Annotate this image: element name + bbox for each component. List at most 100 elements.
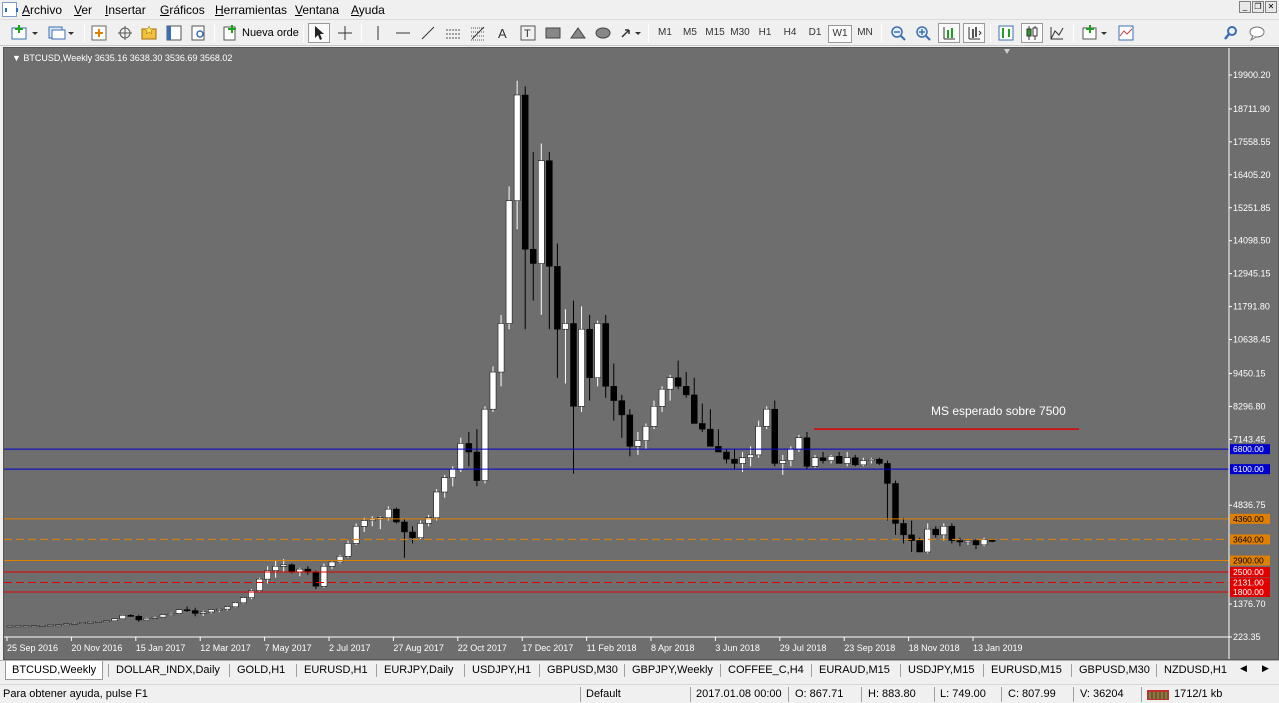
cursor-tool-button[interactable] [308, 23, 330, 43]
candle-body [232, 602, 239, 608]
tab-coffee-c-h4[interactable]: COFFEE_C,H4 [722, 661, 810, 680]
menu-ayuda[interactable]: Ayuda [351, 3, 385, 17]
chat-button[interactable] [1248, 23, 1270, 43]
timeframe-m30[interactable]: M30 [728, 25, 752, 43]
timeframe-w1[interactable]: W1 [828, 25, 852, 43]
menu-graficos[interactable]: Gráficos [160, 3, 205, 17]
tab-gbpusd-m30[interactable]: GBPUSD,M30 [1073, 661, 1156, 680]
market-watch-button[interactable] [90, 23, 108, 43]
ellipse-button[interactable] [594, 23, 612, 43]
timeframe-m1[interactable]: M1 [653, 25, 677, 43]
triangle-button[interactable] [569, 23, 587, 43]
candle-body [658, 388, 666, 407]
candle-body [55, 624, 62, 627]
tab-euraud-m15[interactable]: EURAUD,M15 [813, 661, 896, 680]
candle-body [731, 458, 738, 464]
candle-body [441, 477, 448, 493]
time-tick-label: 12 Mar 2017 [200, 643, 251, 653]
tab-dollar-indx-daily[interactable]: DOLLAR_INDX,Daily [110, 661, 226, 680]
menu-archivo[interactable]: Archivo [22, 3, 62, 17]
new-chart-button[interactable] [8, 23, 42, 43]
line-chart-button[interactable] [1047, 23, 1067, 43]
candle-body [892, 483, 899, 524]
strategy-tester-button[interactable] [190, 23, 208, 43]
vertical-line-icon [377, 26, 379, 40]
navigator-button[interactable] [140, 23, 158, 43]
menu-insertar[interactable]: Insertar [105, 3, 146, 17]
menu-ver[interactable]: Ver [74, 3, 92, 17]
minimize-button[interactable]: _ [1239, 1, 1251, 13]
candle-body [538, 160, 545, 264]
tab-eurusd-h1[interactable]: EURUSD,H1 [298, 661, 374, 680]
autoscroll-button[interactable] [938, 23, 960, 43]
tab-eurjpy-daily[interactable]: EURJPY,Daily [378, 661, 460, 680]
timeframe-d1[interactable]: D1 [803, 25, 827, 43]
candle-body [956, 540, 964, 543]
search-button[interactable] [1222, 23, 1240, 43]
candle-body [876, 458, 883, 464]
tab-gbpusd-m30[interactable]: GBPUSD,M30 [541, 661, 624, 680]
candle-body [224, 606, 231, 610]
indicators-button[interactable] [1080, 23, 1110, 43]
tab-eurusd-m15[interactable]: EURUSD,M15 [985, 661, 1068, 680]
vertical-line-button[interactable] [369, 23, 387, 43]
crosshair-tool-button[interactable] [335, 23, 355, 43]
status-open: O: 867.71 [795, 688, 844, 700]
timeframe-m5[interactable]: M5 [678, 25, 702, 43]
equidistant-channel-button[interactable] [444, 23, 462, 43]
restore-button[interactable]: ❐ [1252, 1, 1264, 13]
menu-ventana[interactable]: Ventana [295, 3, 339, 17]
tab-nzdusd-h1[interactable]: NZDUSD,H1 [1158, 661, 1233, 680]
chart-window[interactable]: 6800.00 6100.00 4360.00 3640.00 2900.00 2500.… [3, 47, 1279, 660]
timeframe-mn[interactable]: MN [853, 25, 877, 43]
zoom-out-button[interactable] [888, 23, 908, 43]
candle-body [723, 451, 730, 460]
trendline-button[interactable] [419, 23, 437, 43]
terminal-button[interactable] [165, 23, 183, 43]
candle-body [71, 623, 78, 625]
timeframe-h4[interactable]: H4 [778, 25, 802, 43]
close-button[interactable]: ✕ [1265, 1, 1277, 13]
text-button[interactable]: A [494, 23, 512, 43]
market-watch-icon [91, 25, 107, 41]
timeframe-m15[interactable]: M15 [703, 25, 727, 43]
fibonacci-button[interactable] [469, 23, 487, 43]
tab-usdjpy-m15[interactable]: USDJPY,M15 [902, 661, 980, 680]
tab-gold-h1[interactable]: GOLD,H1 [231, 661, 291, 680]
tab-usdjpy-h1[interactable]: USDJPY,H1 [466, 661, 537, 680]
text-label-button[interactable]: T [519, 23, 537, 43]
chart-collapse-icon[interactable]: ▼ [12, 53, 23, 63]
horizontal-line-button[interactable] [394, 23, 412, 43]
time-tick-label: 17 Dec 2017 [522, 643, 573, 653]
timeframe-h1[interactable]: H1 [753, 25, 777, 43]
candle-body [530, 248, 537, 264]
status-profile: Default [586, 688, 621, 700]
menu-herramientas[interactable]: Herramientas [215, 3, 287, 17]
price-chart[interactable]: 6800.00 6100.00 4360.00 3640.00 2900.002500.… [4, 48, 1278, 659]
level-badge-text: 1800.00 [1233, 587, 1264, 597]
tab-scroll-right-icon[interactable]: ▶ [1262, 663, 1269, 674]
candle-body [924, 528, 931, 553]
price-tick-label: 8296.80 [1233, 401, 1266, 411]
chart-shift-button[interactable] [963, 23, 985, 43]
tab-btcusd-weekly[interactable]: BTCUSD,Weekly [5, 661, 104, 680]
templates-button[interactable] [1116, 23, 1136, 43]
bar-chart-button[interactable] [996, 23, 1016, 43]
arrows-button[interactable] [619, 23, 643, 43]
candle-body [811, 457, 819, 467]
crosshair-data-button[interactable] [116, 23, 134, 43]
price-tick-label: 14098.50 [1233, 236, 1271, 246]
new-order-button[interactable]: Nueva orde [222, 23, 300, 43]
profiles-icon [48, 26, 74, 40]
tab-scroll-left-icon[interactable]: ◀ [1240, 663, 1247, 674]
rectangle-button[interactable] [544, 23, 562, 43]
app-logo-icon[interactable] [2, 2, 18, 17]
candle-body [666, 377, 674, 390]
candlestick-button[interactable] [1021, 23, 1043, 43]
chart-shift-marker [1004, 49, 1010, 54]
zoom-in-button[interactable] [913, 23, 933, 43]
candle-body [803, 437, 811, 467]
candle-body [63, 623, 70, 626]
tab-gbpjpy-weekly[interactable]: GBPJPY,Weekly [626, 661, 719, 680]
profiles-button[interactable] [46, 23, 76, 43]
